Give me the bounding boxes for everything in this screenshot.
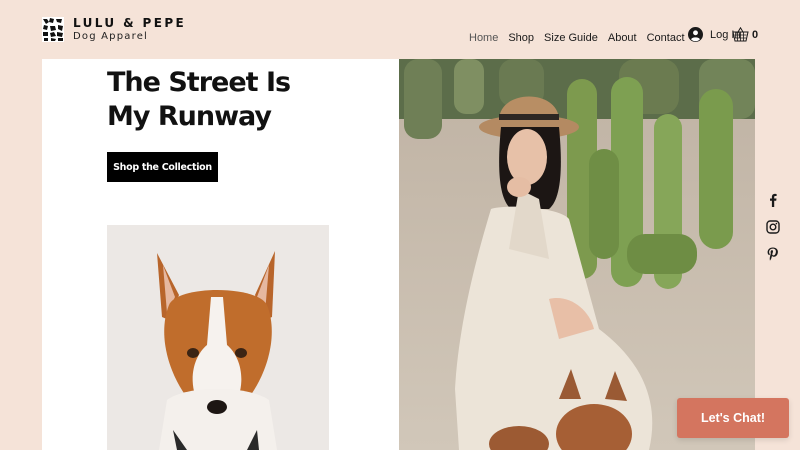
site-header: LULU & PEPE Dog Apparel Home Shop Size G… [0,0,800,58]
lets-chat-button[interactable]: Let's Chat! [677,398,789,438]
logo[interactable]: LULU & PEPE Dog Apparel [42,17,186,42]
nav-size-guide[interactable]: Size Guide [544,32,598,44]
model-photo [399,59,755,450]
dog-image [107,225,329,450]
pinterest-icon[interactable] [765,246,781,262]
main-nav: Home Shop Size Guide About Contact [469,32,685,44]
user-avatar-icon [688,27,703,42]
hero-title-line1: The Street Is [107,67,291,98]
cart-button[interactable]: 0 [732,27,758,42]
hero-title-line2: My Runway [107,101,272,132]
facebook-icon[interactable] [765,192,781,208]
nav-contact[interactable]: Contact [647,32,685,44]
cart-count: 0 [752,28,759,41]
nav-about[interactable]: About [608,32,637,44]
social-bar [765,192,781,273]
shopping-basket-icon [732,27,749,42]
shop-collection-button[interactable]: Shop the Collection [107,152,218,182]
brand-tagline: Dog Apparel [73,31,149,42]
hero-left-panel: The Street Is My Runway Shop the Collect… [42,59,399,450]
hero-title: The Street Is My Runway [107,66,367,134]
nav-home[interactable]: Home [469,32,498,44]
nav-shop[interactable]: Shop [508,32,534,44]
instagram-icon[interactable] [765,219,781,235]
brand-name: LULU & PEPE [73,16,187,30]
logo-mark-icon [42,17,64,42]
